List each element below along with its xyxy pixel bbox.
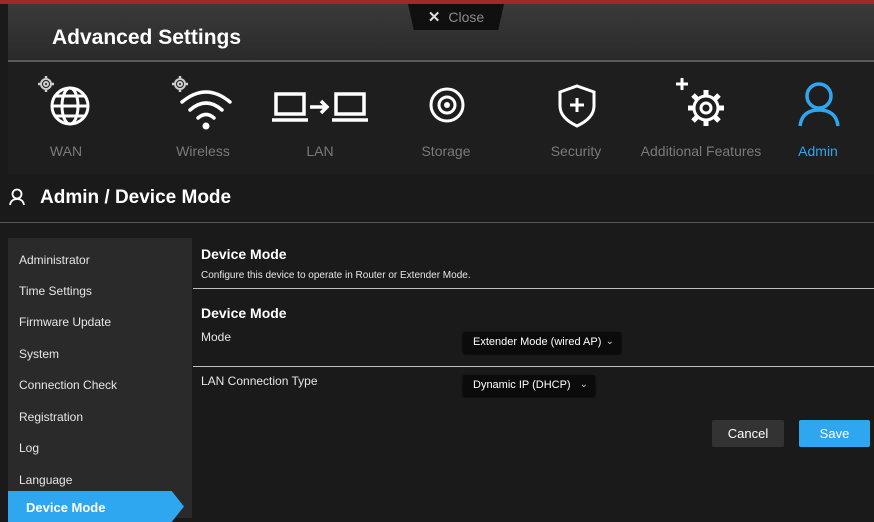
wifi-icon xyxy=(172,76,232,130)
sidebar-item-language[interactable]: Language xyxy=(8,462,192,493)
mode-select[interactable]: Extender Mode (wired AP) ⌄ xyxy=(463,332,621,353)
top-nav: WAN Wireless LAN Storage Security Additi… xyxy=(8,62,874,174)
gears-icon xyxy=(676,78,724,126)
section-divider xyxy=(193,288,874,289)
lan-connection-type-label: LAN Connection Type xyxy=(201,374,318,388)
lan-connection-type-select[interactable]: Dynamic IP (DHCP) ⌄ xyxy=(463,375,595,396)
nav-item-admin[interactable]: Admin xyxy=(788,62,848,174)
sidebar-item-label: Registration xyxy=(19,410,84,424)
nav-label: WAN xyxy=(49,143,83,159)
sidebar-item-registration[interactable]: Registration xyxy=(8,399,192,430)
nav-item-security[interactable]: Security xyxy=(536,62,616,174)
sidebar-item-administrator[interactable]: Administrator xyxy=(8,242,192,273)
sidebar-item-label: Connection Check xyxy=(19,378,118,392)
main-content: Device Mode Configure this device to ope… xyxy=(193,238,874,518)
globe-icon xyxy=(38,76,90,126)
chevron-down-icon: ⌄ xyxy=(579,379,588,390)
nav-item-wan[interactable]: WAN xyxy=(26,62,106,174)
section-title: Device Mode xyxy=(201,246,287,262)
page-divider xyxy=(0,222,874,223)
page-title: Admin / Device Mode xyxy=(40,187,232,208)
page-header: Admin / Device Mode xyxy=(0,180,874,220)
sidebar-item-label: Firmware Update xyxy=(19,315,112,329)
nav-item-lan[interactable]: LAN xyxy=(266,62,374,174)
close-label: Close xyxy=(448,9,485,25)
sidebar-item-label: Time Settings xyxy=(19,284,92,298)
nav-label: LAN xyxy=(306,143,334,159)
close-button[interactable]: ✕ Close xyxy=(408,4,504,30)
sidebar-item-label: Device Mode xyxy=(26,500,106,515)
nav-item-storage[interactable]: Storage xyxy=(406,62,486,174)
mode-select-value: Extender Mode (wired AP) xyxy=(473,336,602,348)
sidebar-item-firmware-update[interactable]: Firmware Update xyxy=(8,304,192,335)
lan-icon xyxy=(272,92,368,122)
nav-label: Security xyxy=(550,143,602,159)
sidebar-item-connection-check[interactable]: Connection Check xyxy=(8,367,192,398)
nav-label: Storage xyxy=(421,143,471,159)
sidebar-item-system[interactable]: System xyxy=(8,336,192,367)
close-icon: ✕ xyxy=(427,9,441,26)
nav-label: Additional Features xyxy=(640,143,762,159)
sidebar: Administrator Time Settings Firmware Upd… xyxy=(8,238,192,522)
nav-label: Wireless xyxy=(176,143,230,159)
field-divider xyxy=(193,366,874,367)
mode-label: Mode xyxy=(201,330,232,344)
header: Advanced Settings ✕ Close xyxy=(8,4,874,60)
subsection-title: Device Mode xyxy=(201,305,287,321)
user-icon xyxy=(9,188,25,206)
sidebar-item-label: Administrator xyxy=(19,253,90,267)
save-button[interactable]: Save xyxy=(799,420,870,447)
nav-item-additional-features[interactable]: Additional Features xyxy=(636,62,766,174)
cancel-button[interactable]: Cancel xyxy=(712,420,784,447)
lan-connection-type-value: Dynamic IP (DHCP) xyxy=(473,379,571,391)
storage-icon xyxy=(429,87,465,123)
nav-item-wireless[interactable]: Wireless xyxy=(158,62,248,174)
shield-icon xyxy=(558,84,596,128)
nav-label: Admin xyxy=(798,143,838,159)
section-description: Configure this device to operate in Rout… xyxy=(201,270,471,281)
user-icon xyxy=(798,82,840,127)
sidebar-item-device-mode[interactable]: Device Mode xyxy=(8,491,184,522)
sidebar-item-log[interactable]: Log xyxy=(8,430,192,461)
sidebar-item-time-settings[interactable]: Time Settings xyxy=(8,273,192,304)
sidebar-item-label: Language xyxy=(19,473,73,487)
sidebar-item-label: Log xyxy=(19,441,40,455)
app-title: Advanced Settings xyxy=(52,26,242,49)
sidebar-item-label: System xyxy=(19,347,60,361)
chevron-down-icon: ⌄ xyxy=(605,336,614,347)
